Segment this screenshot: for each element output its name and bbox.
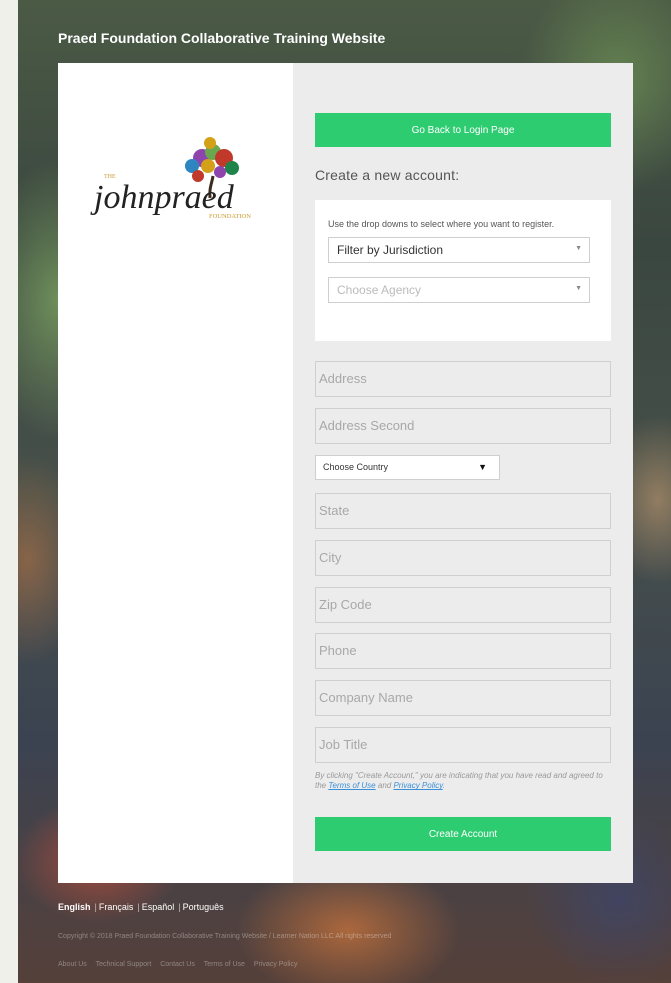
create-account-button[interactable]: Create Account bbox=[315, 817, 611, 851]
back-to-login-button[interactable]: Go Back to Login Page bbox=[315, 113, 611, 147]
separator: | bbox=[94, 902, 97, 912]
footer-link-about[interactable]: About Us bbox=[58, 961, 87, 968]
legal-notice: By clicking "Create Account," you are in… bbox=[315, 771, 611, 792]
agency-select-value: Choose Agency bbox=[337, 283, 422, 297]
terms-of-use-link[interactable]: Terms of Use bbox=[328, 781, 375, 790]
dropdown-arrow-icon: ▼ bbox=[575, 245, 582, 252]
form-column: Go Back to Login Page Create a new accou… bbox=[293, 63, 633, 883]
privacy-policy-link[interactable]: Privacy Policy bbox=[393, 781, 442, 790]
separator: | bbox=[137, 902, 140, 912]
site-title: Praed Foundation Collaborative Training … bbox=[58, 30, 386, 46]
caret-down-icon: ▼ bbox=[478, 462, 487, 472]
john-praed-foundation-logo: THE johnpraed FOUNDATION bbox=[90, 137, 251, 220]
phone-field[interactable]: Phone bbox=[315, 633, 611, 669]
job-title-field[interactable]: Job Title bbox=[315, 727, 611, 763]
footer-link-support[interactable]: Technical Support bbox=[96, 961, 152, 968]
language-english[interactable]: English bbox=[58, 902, 91, 912]
country-select-value: Choose Country bbox=[323, 462, 389, 472]
zip-code-field[interactable]: Zip Code bbox=[315, 587, 611, 623]
language-portuguese[interactable]: Português bbox=[183, 902, 224, 912]
address-field[interactable]: Address bbox=[315, 361, 611, 397]
footer-links: About Us Technical Support Contact Us Te… bbox=[58, 961, 304, 968]
language-french[interactable]: Français bbox=[99, 902, 134, 912]
logo-column: THE johnpraed FOUNDATION bbox=[58, 63, 293, 883]
logo-wordmark: johnpraed bbox=[90, 179, 235, 216]
form-heading: Create a new account: bbox=[315, 167, 460, 183]
city-field[interactable]: City bbox=[315, 540, 611, 576]
signup-panel: THE johnpraed FOUNDATION Go Back to Logi… bbox=[58, 63, 633, 883]
agency-select[interactable]: Choose Agency ▼ bbox=[328, 277, 590, 303]
address-second-field[interactable]: Address Second bbox=[315, 408, 611, 444]
registration-hint: Use the drop downs to select where you w… bbox=[328, 219, 555, 229]
company-name-field[interactable]: Company Name bbox=[315, 680, 611, 716]
language-spanish[interactable]: Español bbox=[142, 902, 175, 912]
footer-link-terms[interactable]: Terms of Use bbox=[204, 961, 245, 968]
registration-box: Use the drop downs to select where you w… bbox=[315, 200, 611, 341]
footer-link-contact[interactable]: Contact Us bbox=[160, 961, 195, 968]
legal-suffix: . bbox=[442, 781, 445, 791]
state-field[interactable]: State bbox=[315, 493, 611, 529]
footer-link-privacy[interactable]: Privacy Policy bbox=[254, 961, 298, 968]
logo-foundation-text: FOUNDATION bbox=[209, 213, 251, 220]
country-select[interactable]: Choose Country ▼ bbox=[315, 455, 500, 480]
jurisdiction-select-value: Filter by Jurisdiction bbox=[337, 243, 444, 257]
copyright-text: Copyright © 2018 Praed Foundation Collab… bbox=[58, 933, 392, 940]
dropdown-arrow-icon: ▼ bbox=[575, 285, 582, 292]
jurisdiction-select[interactable]: Filter by Jurisdiction ▼ bbox=[328, 237, 590, 263]
legal-and: and bbox=[377, 781, 392, 791]
separator: | bbox=[178, 902, 181, 912]
language-switcher: English | Français | Español | Português bbox=[58, 902, 226, 912]
